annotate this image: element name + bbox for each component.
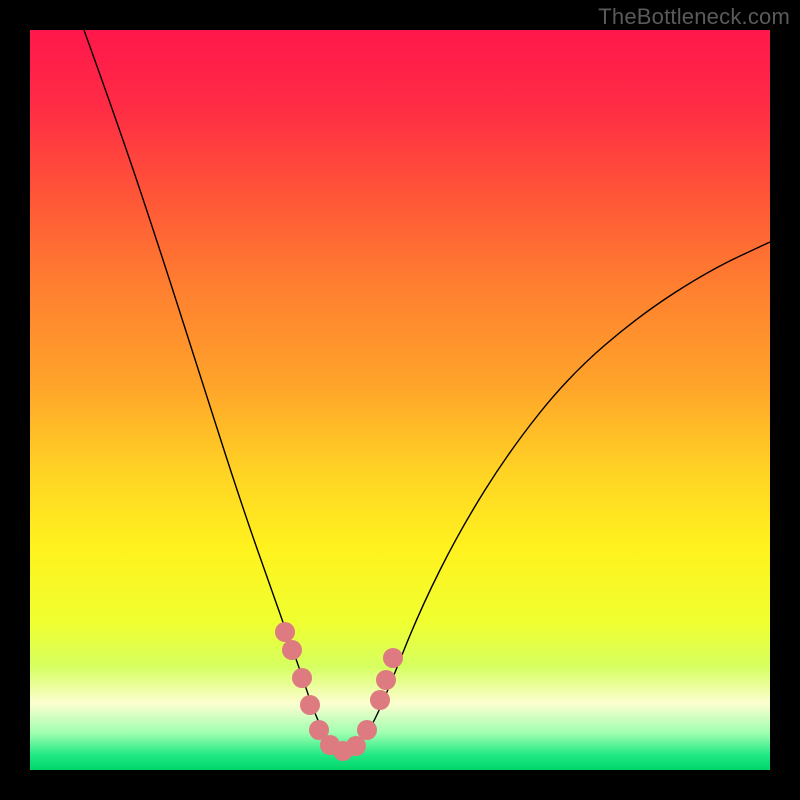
curve-marker [282, 640, 302, 660]
watermark-text: TheBottleneck.com [598, 4, 790, 30]
curve-marker [292, 668, 312, 688]
curve-marker [376, 670, 396, 690]
marker-group [275, 622, 403, 761]
bottleneck-curve [84, 30, 770, 750]
curve-marker [383, 648, 403, 668]
curve-marker [357, 720, 377, 740]
chart-frame: TheBottleneck.com [0, 0, 800, 800]
curve-marker [370, 690, 390, 710]
plot-area [30, 30, 770, 770]
curve-marker [275, 622, 295, 642]
curve-marker [300, 695, 320, 715]
curve-layer [30, 30, 770, 770]
